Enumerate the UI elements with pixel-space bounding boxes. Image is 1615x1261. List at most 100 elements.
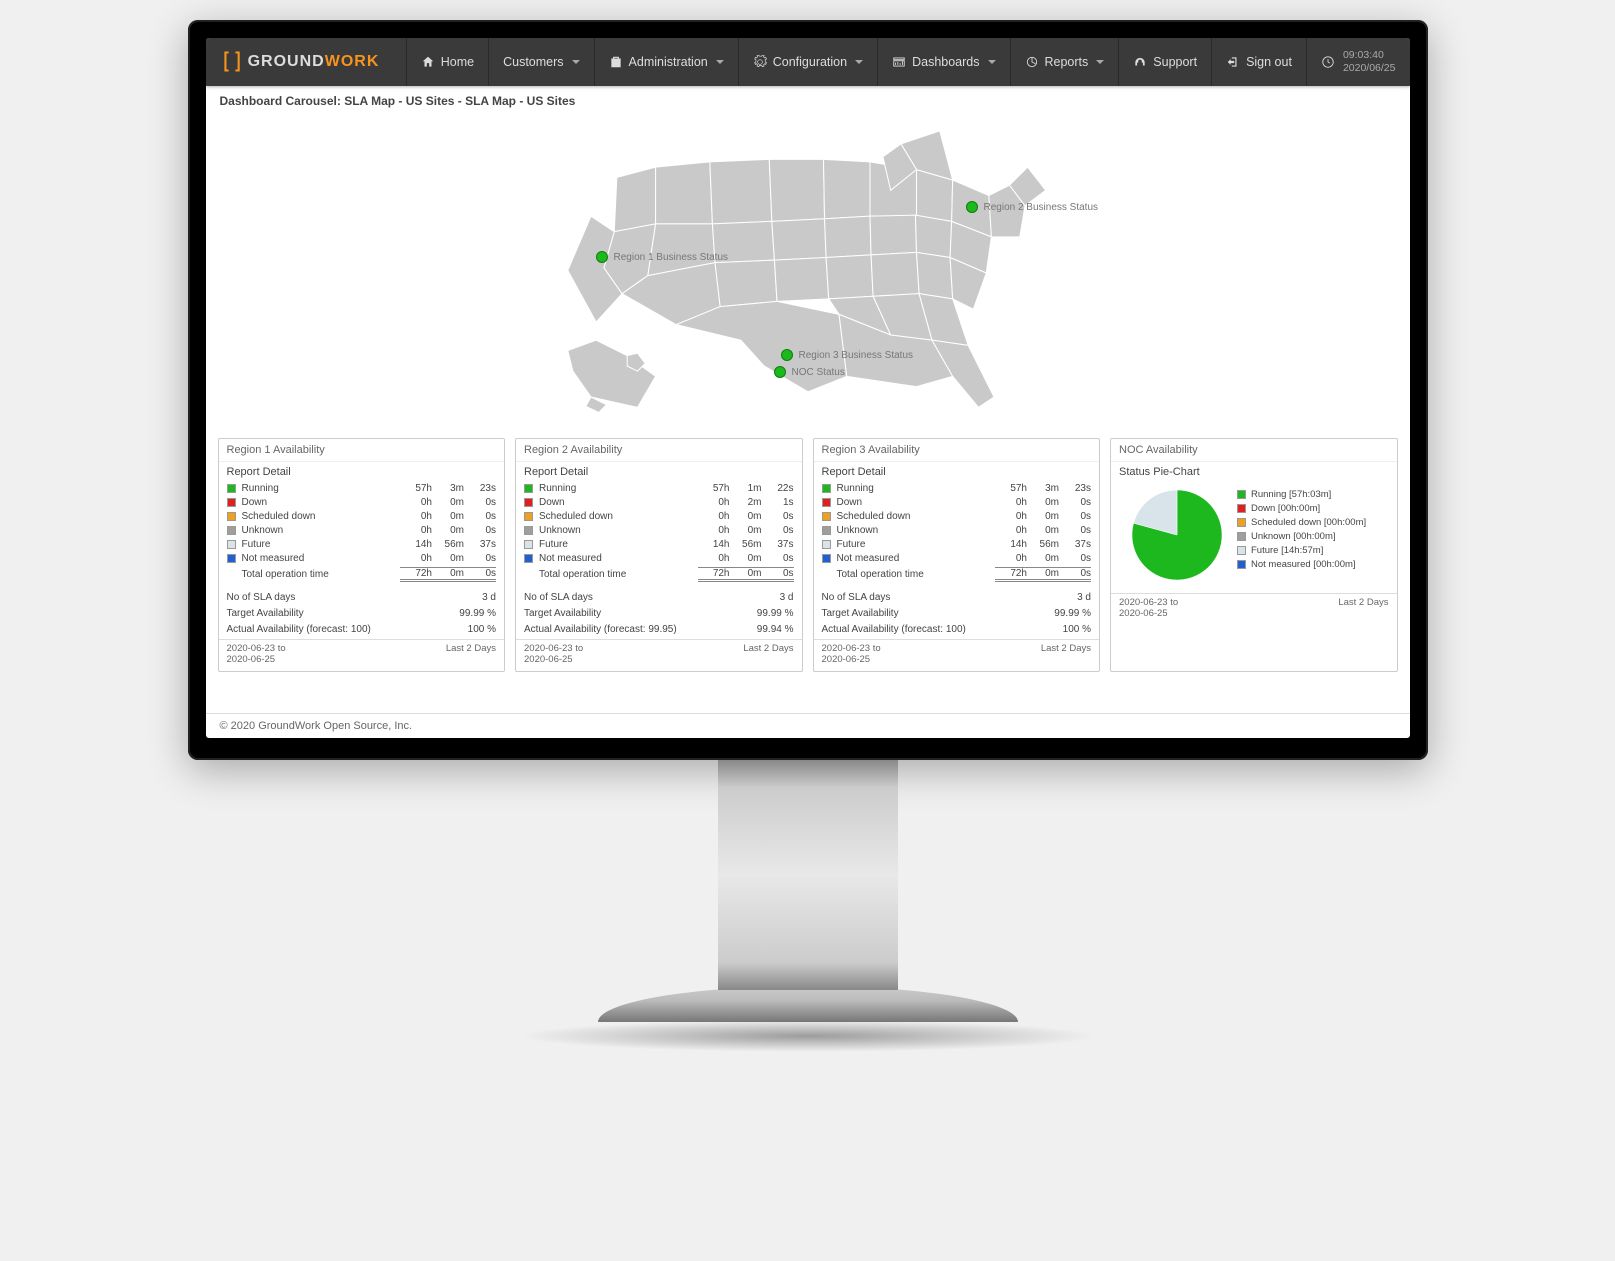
detail-row-running: Running 57h1m22s xyxy=(524,481,794,495)
panel-title: Region 3 Availability xyxy=(814,439,1100,462)
panel-title: Region 2 Availability xyxy=(516,439,802,462)
detail-row-scheduled: Scheduled down 0h0m0s xyxy=(822,509,1092,523)
date-range-label: Last 2 Days xyxy=(1338,597,1388,620)
nav-administration[interactable]: Administration xyxy=(594,38,738,86)
detail-row-running: Running 57h3m23s xyxy=(227,481,497,495)
detail-row-down: Down 0h0m0s xyxy=(227,495,497,509)
legend-item: Running [57h:03m] xyxy=(1237,489,1381,500)
chevron-down-icon xyxy=(1096,60,1104,64)
nav-reports[interactable]: Reports xyxy=(1010,38,1119,86)
legend-swatch xyxy=(1237,518,1246,527)
legend-swatch xyxy=(1237,490,1246,499)
us-map: Region 1 Business Status Region 2 Busine… xyxy=(206,114,1410,434)
kv-sla-days: No of SLA days3 d xyxy=(227,589,497,605)
status-swatch xyxy=(822,526,831,535)
report-detail-heading: Report Detail xyxy=(524,466,794,478)
status-swatch xyxy=(227,512,236,521)
map-pin-region1[interactable]: Region 1 Business Status xyxy=(596,251,729,263)
detail-row-future: Future 14h56m37s xyxy=(524,537,794,551)
status-swatch xyxy=(822,554,831,563)
date-range: 2020-06-23 to 2020-06-25 xyxy=(524,643,583,666)
status-swatch xyxy=(227,498,236,507)
map-pin-region2[interactable]: Region 2 Business Status xyxy=(966,201,1099,213)
dashboard-icon xyxy=(892,55,906,69)
legend-item: Scheduled down [00h:00m] xyxy=(1237,517,1381,528)
date-range-label: Last 2 Days xyxy=(1041,643,1091,666)
nav-home[interactable]: Home xyxy=(406,38,488,86)
nav-signout[interactable]: Sign out xyxy=(1211,38,1306,86)
legend-item: Future [14h:57m] xyxy=(1237,545,1381,556)
nav-support[interactable]: Support xyxy=(1118,38,1211,86)
legend-swatch xyxy=(1237,560,1246,569)
kv-target: Target Availability99.99 % xyxy=(524,605,794,621)
kv-sla-days: No of SLA days3 d xyxy=(822,589,1092,605)
status-swatch xyxy=(227,484,236,493)
kv-sla-days: No of SLA days3 d xyxy=(524,589,794,605)
status-dot-icon xyxy=(774,366,786,378)
status-swatch xyxy=(524,540,533,549)
date-range: 2020-06-23 to 2020-06-25 xyxy=(822,643,881,666)
kv-actual: Actual Availability (forecast: 99.95)99.… xyxy=(524,621,794,637)
detail-row-total: Total operation time 72h 0m 0s xyxy=(524,565,794,583)
panel-noc: NOC Availability Status Pie-Chart Runnin… xyxy=(1110,438,1398,672)
headset-icon xyxy=(1133,55,1147,69)
page-footer: © 2020 GroundWork Open Source, Inc. xyxy=(206,713,1410,738)
status-swatch xyxy=(524,498,533,507)
clock-icon xyxy=(1321,55,1335,69)
map-pin-region3[interactable]: Region 3 Business Status xyxy=(781,349,914,361)
status-swatch xyxy=(822,484,831,493)
legend-item: Not measured [00h:00m] xyxy=(1237,559,1381,570)
map-pin-noc[interactable]: NOC Status xyxy=(774,366,845,378)
detail-row-future: Future 14h56m37s xyxy=(822,537,1092,551)
detail-row-running: Running 57h3m23s xyxy=(822,481,1092,495)
detail-row-unknown: Unknown 0h0m0s xyxy=(822,523,1092,537)
detail-row-future: Future 14h56m37s xyxy=(227,537,497,551)
status-swatch xyxy=(822,512,831,521)
detail-row-unknown: Unknown 0h0m0s xyxy=(524,523,794,537)
chevron-down-icon xyxy=(988,60,996,64)
logo: [ ] GROUNDWORK xyxy=(206,38,398,86)
legend-item: Down [00h:00m] xyxy=(1237,503,1381,514)
nav-configuration[interactable]: Configuration xyxy=(738,38,877,86)
detail-row-scheduled: Scheduled down 0h0m0s xyxy=(524,509,794,523)
detail-row-down: Down 0h2m1s xyxy=(524,495,794,509)
status-dot-icon xyxy=(966,201,978,213)
kv-target: Target Availability99.99 % xyxy=(822,605,1092,621)
status-swatch xyxy=(524,512,533,521)
gears-icon xyxy=(753,55,767,69)
nav-dashboards[interactable]: Dashboards xyxy=(877,38,1009,86)
kv-target: Target Availability99.99 % xyxy=(227,605,497,621)
breadcrumb: Dashboard Carousel: SLA Map - US Sites -… xyxy=(206,86,1410,114)
noc-subtitle: Status Pie-Chart xyxy=(1119,466,1389,478)
nav-customers[interactable]: Customers xyxy=(488,38,593,86)
detail-row-unknown: Unknown 0h0m0s xyxy=(227,523,497,537)
panel-title: Region 1 Availability xyxy=(219,439,505,462)
panel-region3: Region 3 AvailabilityReport Detail Runni… xyxy=(813,438,1101,672)
home-icon xyxy=(421,55,435,69)
legend-swatch xyxy=(1237,532,1246,541)
date-range-label: Last 2 Days xyxy=(743,643,793,666)
status-dot-icon xyxy=(596,251,608,263)
date-range: 2020-06-23 to 2020-06-25 xyxy=(227,643,286,666)
status-swatch xyxy=(822,540,831,549)
detail-row-down: Down 0h0m0s xyxy=(822,495,1092,509)
status-swatch xyxy=(227,554,236,563)
status-swatch xyxy=(524,484,533,493)
status-swatch xyxy=(227,526,236,535)
panels-row: Region 1 Availability Report Detail Runni… xyxy=(206,434,1410,680)
date-range: 2020-06-23 to 2020-06-25 xyxy=(1119,597,1178,620)
legend-swatch xyxy=(1237,504,1246,513)
signout-icon xyxy=(1226,55,1240,69)
chevron-down-icon xyxy=(572,60,580,64)
kv-actual: Actual Availability (forecast: 100)100 % xyxy=(822,621,1092,637)
panel-region1: Region 1 AvailabilityReport Detail Runni… xyxy=(218,438,506,672)
detail-row-total: Total operation time 72h 0m 0s xyxy=(822,565,1092,583)
clipboard-icon xyxy=(609,55,623,69)
detail-row-notmeasured: Not measured 0h0m0s xyxy=(227,551,497,565)
detail-row-total: Total operation time 72h 0m 0s xyxy=(227,565,497,583)
us-map-svg xyxy=(558,118,1058,428)
date-range-label: Last 2 Days xyxy=(446,643,496,666)
chevron-down-icon xyxy=(855,60,863,64)
noc-pie-chart xyxy=(1127,485,1227,585)
status-swatch xyxy=(822,498,831,507)
